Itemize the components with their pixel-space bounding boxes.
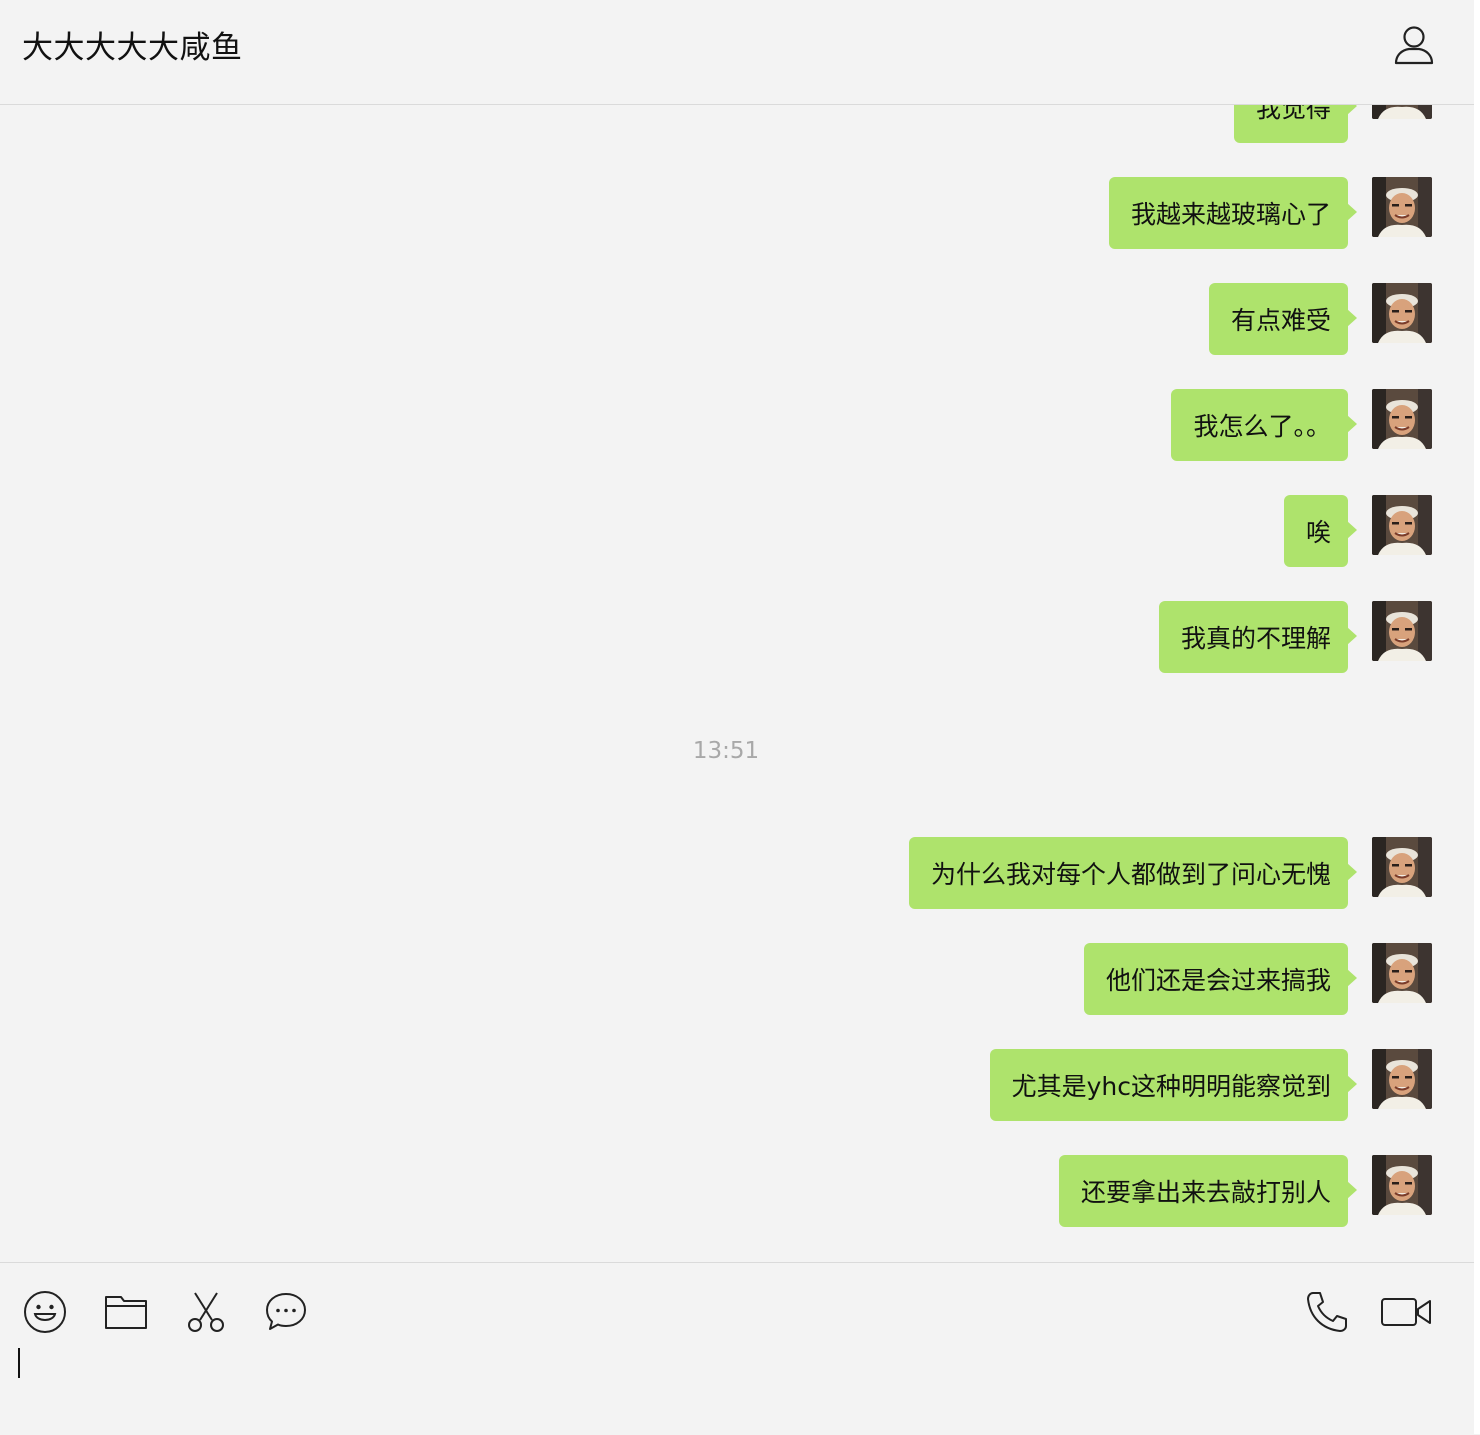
message-row: 为什么我对每个人都做到了问心无愧 <box>0 837 1474 909</box>
message-text: 尤其是yhc这种明明能察觉到 <box>1011 1072 1331 1101</box>
window-edge <box>1474 0 1480 1434</box>
message-bubble[interactable]: 有点难受 <box>1208 283 1358 355</box>
message-text: 我怎么了。。 <box>1193 412 1331 441</box>
folder-icon[interactable] <box>103 1289 149 1335</box>
video-camera-icon[interactable] <box>1380 1289 1434 1335</box>
message-text: 还要拿出来去敲打别人 <box>1080 1178 1331 1207</box>
message-text: 有点难受 <box>1230 306 1331 335</box>
message-bubble[interactable]: 我真的不理解 <box>1158 601 1358 673</box>
chat-title: 大大大大大咸鱼 <box>22 30 243 66</box>
avatar[interactable] <box>1372 601 1432 661</box>
chat-window: 大大大大大咸鱼 我觉得 我越来越玻璃心了 有点难受 我怎么了。。 唉 我真的不理… <box>0 0 1475 1435</box>
avatar[interactable] <box>1372 283 1432 343</box>
chat-bubble-icon[interactable] <box>263 1289 309 1335</box>
avatar[interactable] <box>1372 1049 1432 1109</box>
message-input[interactable] <box>16 1347 1456 1427</box>
chat-header: 大大大大大咸鱼 <box>0 0 1474 105</box>
message-row: 我真的不理解 <box>0 601 1474 673</box>
person-icon[interactable] <box>1392 22 1436 66</box>
scissors-icon[interactable] <box>183 1289 229 1335</box>
message-bubble[interactable]: 为什么我对每个人都做到了问心无愧 <box>908 837 1358 909</box>
message-bubble[interactable]: 还要拿出来去敲打别人 <box>1058 1155 1358 1227</box>
composer <box>0 1262 1474 1435</box>
message-row: 我怎么了。。 <box>0 389 1474 461</box>
phone-icon[interactable] <box>1304 1289 1350 1335</box>
message-bubble[interactable]: 尤其是yhc这种明明能察觉到 <box>989 1049 1358 1121</box>
avatar[interactable] <box>1372 837 1432 897</box>
message-text: 我越来越玻璃心了 <box>1130 200 1331 229</box>
message-row: 有点难受 <box>0 283 1474 355</box>
message-text: 我觉得 <box>1255 105 1331 123</box>
message-text: 唉 <box>1305 518 1331 547</box>
message-row: 我觉得 <box>0 105 1474 143</box>
emoji-icon[interactable] <box>22 1289 68 1335</box>
message-row: 我越来越玻璃心了 <box>0 177 1474 249</box>
avatar[interactable] <box>1372 1155 1432 1215</box>
message-bubble[interactable]: 我越来越玻璃心了 <box>1108 177 1358 249</box>
avatar[interactable] <box>1372 495 1432 555</box>
message-text: 为什么我对每个人都做到了问心无愧 <box>930 860 1331 889</box>
message-list[interactable]: 我觉得 我越来越玻璃心了 有点难受 我怎么了。。 唉 我真的不理解 13:51 … <box>0 105 1474 1261</box>
avatar[interactable] <box>1372 105 1432 119</box>
avatar[interactable] <box>1372 943 1432 1003</box>
message-bubble[interactable]: 我觉得 <box>1233 105 1358 143</box>
timestamp: 13:51 <box>692 738 760 764</box>
message-text: 他们还是会过来搞我 <box>1105 966 1331 995</box>
avatar[interactable] <box>1372 177 1432 237</box>
message-row: 唉 <box>0 495 1474 567</box>
text-caret <box>18 1348 20 1378</box>
message-row: 尤其是yhc这种明明能察觉到 <box>0 1049 1474 1121</box>
message-bubble[interactable]: 唉 <box>1283 495 1358 567</box>
message-text: 我真的不理解 <box>1180 624 1331 653</box>
message-bubble[interactable]: 他们还是会过来搞我 <box>1083 943 1358 1015</box>
message-row: 他们还是会过来搞我 <box>0 943 1474 1015</box>
message-bubble[interactable]: 我怎么了。。 <box>1171 389 1357 461</box>
message-row: 还要拿出来去敲打别人 <box>0 1155 1474 1227</box>
avatar[interactable] <box>1372 389 1432 449</box>
